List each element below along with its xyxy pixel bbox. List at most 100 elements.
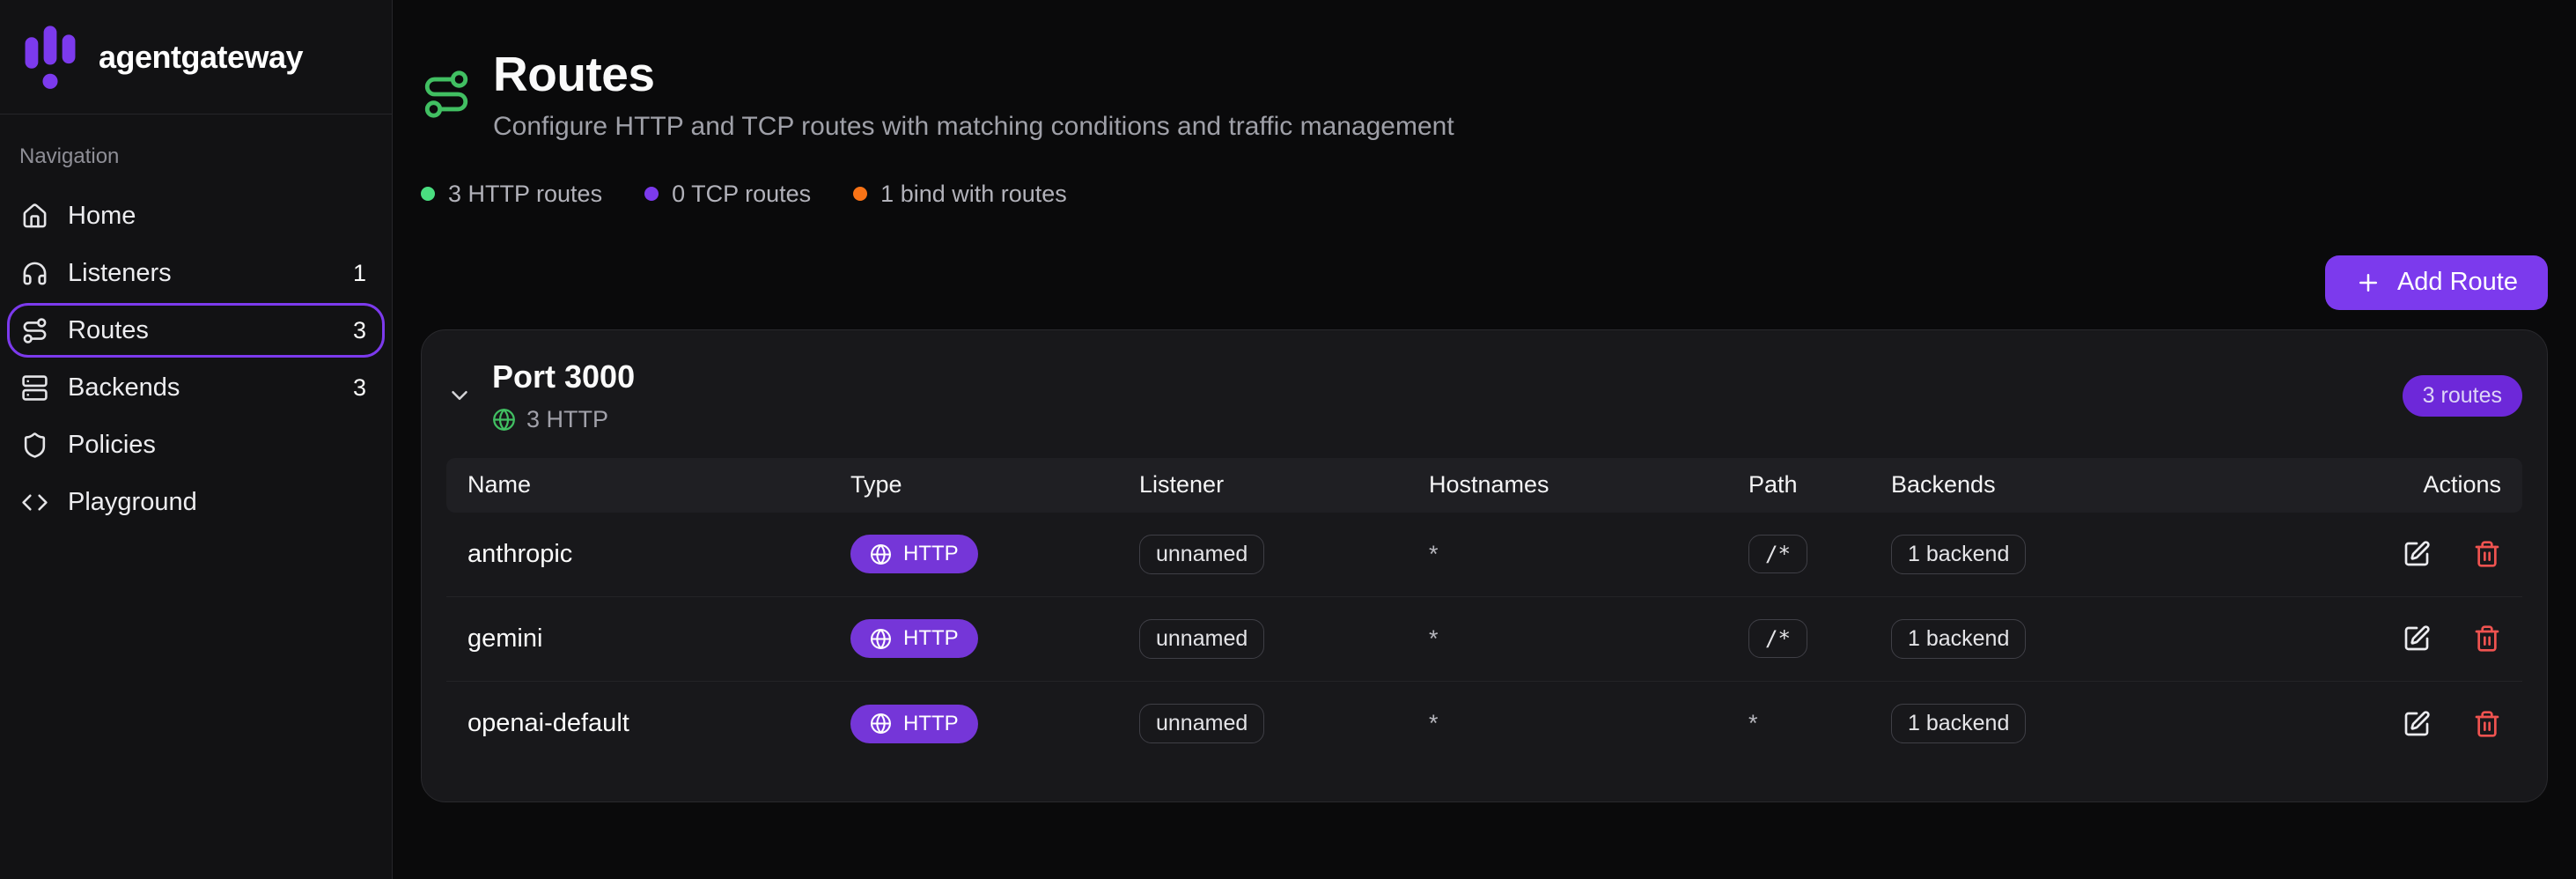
column-header-path: Path: [1748, 471, 1891, 499]
port-group-subtitle: 3 HTTP: [492, 406, 635, 433]
table-row: openai-default HTTP unnamed * * 1 backen…: [446, 682, 2522, 766]
column-header-type: Type: [850, 471, 1139, 499]
home-icon: [21, 203, 48, 230]
edit-pen-icon: [2403, 624, 2431, 653]
route-icon: [421, 69, 472, 120]
hostnames-value: *: [1429, 541, 1748, 568]
app-logo[interactable]: agentgateway: [0, 0, 392, 114]
routes-table: Name Type Listener Hostnames Path Backen…: [446, 458, 2522, 766]
chevron-down-icon: [446, 382, 473, 409]
edit-pen-icon: [2403, 710, 2431, 738]
globe-icon: [492, 408, 516, 432]
server-icon: [21, 374, 48, 402]
stat-http-routes: 3 HTTP routes: [421, 181, 602, 208]
type-label: HTTP: [903, 712, 959, 736]
type-label: HTTP: [903, 626, 959, 651]
table-header-row: Name Type Listener Hostnames Path Backen…: [446, 458, 2522, 513]
globe-icon: [870, 543, 892, 565]
sidebar-item-count: 1: [353, 260, 366, 287]
type-badge: HTTP: [850, 619, 978, 658]
delete-route-button[interactable]: [2473, 540, 2501, 568]
stat-tcp-routes: 0 TCP routes: [644, 181, 811, 208]
port-group-card: Port 3000 3 HTTP 3 routes Name Type List…: [421, 329, 2548, 802]
column-header-name: Name: [467, 471, 850, 499]
delete-route-button[interactable]: [2473, 624, 2501, 653]
shield-icon: [21, 432, 48, 459]
edit-route-button[interactable]: [2403, 624, 2431, 653]
add-route-label: Add Route: [2397, 268, 2518, 297]
page-title: Routes: [493, 48, 1454, 101]
sidebar-item-policies[interactable]: Policies: [7, 417, 385, 472]
sidebar-item-label: Routes: [68, 316, 149, 345]
backends-badge: 1 backend: [1891, 704, 2026, 743]
collapse-toggle-button[interactable]: [446, 382, 473, 409]
type-badge: HTTP: [850, 705, 978, 743]
edit-route-button[interactable]: [2403, 710, 2431, 738]
main-content: Routes Configure HTTP and TCP routes wit…: [393, 0, 2576, 879]
orange-dot-icon: [853, 187, 867, 201]
app-name: agentgateway: [99, 39, 303, 76]
add-route-button[interactable]: Add Route: [2325, 255, 2548, 310]
nav-section-label: Navigation: [19, 144, 385, 169]
routes-count-badge: 3 routes: [2403, 375, 2522, 417]
column-header-listener: Listener: [1139, 471, 1429, 499]
listener-badge: unnamed: [1139, 535, 1264, 574]
sidebar-item-count: 3: [353, 374, 366, 402]
route-icon: [21, 317, 48, 344]
route-name: openai-default: [467, 709, 850, 738]
plus-icon: [2355, 270, 2381, 296]
hostnames-value: *: [1429, 710, 1748, 737]
column-header-hostnames: Hostnames: [1429, 471, 1748, 499]
listener-badge: unnamed: [1139, 619, 1264, 659]
sidebar: agentgateway Navigation Home Listeners 1…: [0, 0, 393, 879]
purple-dot-icon: [644, 187, 659, 201]
sidebar-item-label: Playground: [68, 488, 197, 517]
sidebar-item-backends[interactable]: Backends 3: [7, 360, 385, 415]
sidebar-item-playground[interactable]: Playground: [7, 475, 385, 529]
table-row: anthropic HTTP unnamed * /* 1 backend: [446, 513, 2522, 597]
route-name: anthropic: [467, 540, 850, 569]
path-badge: /*: [1748, 619, 1807, 658]
globe-icon: [870, 713, 892, 735]
sidebar-item-routes[interactable]: Routes 3: [7, 303, 385, 358]
trash-icon: [2473, 710, 2501, 738]
trash-icon: [2473, 624, 2501, 653]
sidebar-item-listeners[interactable]: Listeners 1: [7, 246, 385, 300]
backends-badge: 1 backend: [1891, 535, 2026, 574]
backends-badge: 1 backend: [1891, 619, 2026, 659]
globe-icon: [870, 628, 892, 650]
sidebar-item-label: Listeners: [68, 259, 172, 288]
page-subtitle: Configure HTTP and TCP routes with match…: [493, 112, 1454, 142]
stat-label: 3 HTTP routes: [448, 181, 602, 208]
sidebar-item-label: Backends: [68, 373, 180, 403]
sidebar-nav: Navigation Home Listeners 1 Routes 3 Bac…: [0, 114, 392, 550]
http-count-label: 3 HTTP: [526, 406, 608, 433]
sidebar-item-count: 3: [353, 317, 366, 344]
path-value: *: [1748, 710, 1891, 737]
column-header-actions: Actions: [2378, 471, 2501, 499]
column-header-backends: Backends: [1891, 471, 2378, 499]
green-dot-icon: [421, 187, 435, 201]
route-stats: 3 HTTP routes 0 TCP routes 1 bind with r…: [421, 181, 2548, 208]
sidebar-item-label: Home: [68, 202, 136, 231]
table-row: gemini HTTP unnamed * /* 1 backend: [446, 597, 2522, 682]
agentgateway-logo-icon: [25, 25, 76, 90]
sidebar-item-label: Policies: [68, 431, 156, 460]
sidebar-item-home[interactable]: Home: [7, 188, 385, 243]
delete-route-button[interactable]: [2473, 710, 2501, 738]
toolbar: Add Route: [421, 255, 2548, 310]
trash-icon: [2473, 540, 2501, 568]
stat-label: 0 TCP routes: [672, 181, 811, 208]
headphones-icon: [21, 260, 48, 287]
port-group-header: Port 3000 3 HTTP 3 routes: [446, 358, 2522, 433]
edit-route-button[interactable]: [2403, 540, 2431, 568]
hostnames-value: *: [1429, 625, 1748, 653]
port-group-title: Port 3000: [492, 358, 635, 395]
type-label: HTTP: [903, 542, 959, 566]
stat-label: 1 bind with routes: [880, 181, 1067, 208]
type-badge: HTTP: [850, 535, 978, 573]
page-header: Routes Configure HTTP and TCP routes wit…: [421, 48, 2548, 142]
edit-pen-icon: [2403, 540, 2431, 568]
path-badge: /*: [1748, 535, 1807, 573]
code-icon: [21, 489, 48, 516]
